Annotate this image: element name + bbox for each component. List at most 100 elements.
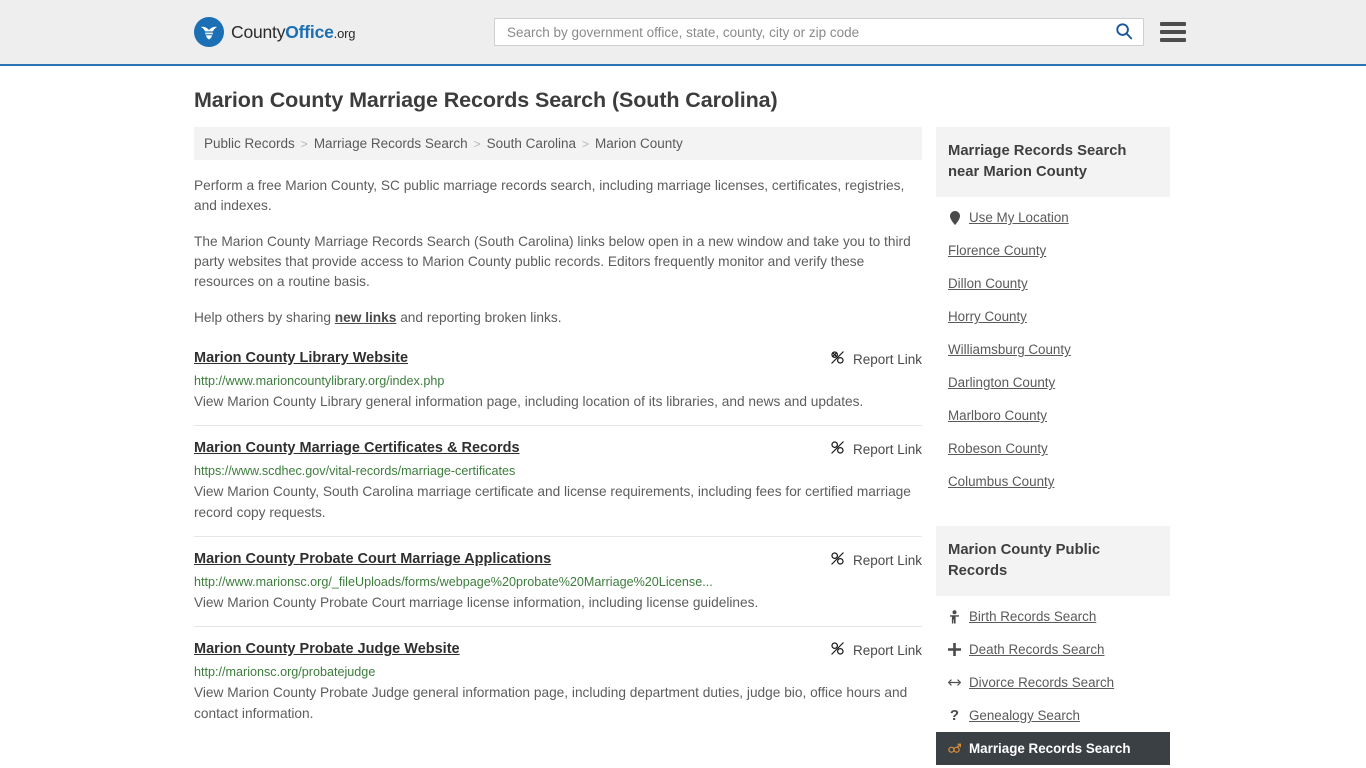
male-female-icon bbox=[948, 742, 961, 755]
result-url[interactable]: http://www.marionsc.org/_fileUploads/for… bbox=[194, 575, 922, 589]
new-links-link[interactable]: new links bbox=[335, 310, 397, 325]
logo-text-county: County bbox=[231, 21, 286, 42]
breadcrumb-item-marion-county[interactable]: Marion County bbox=[595, 136, 683, 151]
report-link-label: Report Link bbox=[852, 642, 922, 658]
logo-wordmark: CountyOffice.org bbox=[231, 22, 355, 43]
sidebar-item-darlington-county[interactable]: Darlington County bbox=[936, 366, 1170, 399]
broken-link-icon bbox=[830, 551, 845, 569]
search-button[interactable] bbox=[1113, 22, 1135, 43]
result-title-link[interactable]: Marion County Library Website bbox=[194, 350, 408, 366]
result-description: View Marion County Probate Judge general… bbox=[194, 685, 908, 721]
result-header: Marion County Probate Judge Website Repo… bbox=[194, 641, 922, 659]
sidebar-link-divorce-records-search[interactable]: Divorce Records Search bbox=[969, 675, 1114, 690]
sidebar-heading-nearby: Marriage Records Search near Marion Coun… bbox=[936, 127, 1170, 197]
broken-link-icon bbox=[830, 440, 845, 458]
site-header: CountyOffice.org bbox=[0, 0, 1366, 66]
sidebar-link-county[interactable]: Williamsburg County bbox=[948, 342, 1071, 357]
result-description: View Marion County Library general infor… bbox=[194, 394, 864, 409]
result-title-link[interactable]: Marion County Probate Judge Website bbox=[194, 641, 460, 657]
map-pin-icon bbox=[948, 210, 961, 225]
breadcrumb-item-public-records[interactable]: Public Records bbox=[204, 136, 295, 151]
result-title-link[interactable]: Marion County Probate Court Marriage App… bbox=[194, 551, 551, 567]
sidebar-item-genealogy-search[interactable]: ? Genealogy Search bbox=[936, 699, 1170, 732]
sidebar-link-county[interactable]: Dillon County bbox=[948, 276, 1028, 291]
report-link-button[interactable]: Report Link bbox=[812, 350, 922, 368]
page-title: Marion County Marriage Records Search (S… bbox=[194, 88, 778, 112]
sidebar-link-birth-records-search[interactable]: Birth Records Search bbox=[969, 609, 1096, 624]
results-list: Marion County Library Website Report Lin… bbox=[194, 350, 922, 737]
result-item: Marion County Probate Judge Website Repo… bbox=[194, 641, 922, 737]
sidebar: Marriage Records Search near Marion Coun… bbox=[936, 127, 1170, 765]
result-url[interactable]: https://www.scdhec.gov/vital-records/mar… bbox=[194, 464, 922, 478]
breadcrumb-item-south-carolina[interactable]: South Carolina bbox=[487, 136, 576, 151]
sidebar-item-horry-county[interactable]: Horry County bbox=[936, 300, 1170, 333]
result-url[interactable]: http://www.marioncountylibrary.org/index… bbox=[194, 374, 922, 388]
hamburger-bar bbox=[1160, 30, 1186, 34]
result-item: Marion County Marriage Certificates & Re… bbox=[194, 440, 922, 537]
sidebar-link-county[interactable]: Marlboro County bbox=[948, 408, 1047, 423]
sidebar-public-records-list: Birth Records Search Death Records Searc… bbox=[936, 600, 1170, 765]
breadcrumb-separator: > bbox=[473, 136, 481, 151]
hamburger-menu-icon[interactable] bbox=[1160, 22, 1186, 42]
sidebar-item-use-my-location[interactable]: Use My Location bbox=[936, 201, 1170, 234]
sidebar-link-county[interactable]: Horry County bbox=[948, 309, 1027, 324]
sidebar-link-marriage-records-search[interactable]: Marriage Records Search bbox=[969, 741, 1131, 756]
result-header: Marion County Probate Court Marriage App… bbox=[194, 551, 922, 569]
report-link-button[interactable]: Report Link bbox=[812, 440, 922, 458]
intro-paragraph-1: Perform a free Marion County, SC public … bbox=[194, 178, 905, 213]
content-columns: Public Records > Marriage Records Search… bbox=[194, 127, 1172, 765]
search-icon bbox=[1115, 22, 1133, 43]
result-header: Marion County Marriage Certificates & Re… bbox=[194, 440, 922, 458]
search-input[interactable] bbox=[505, 23, 1113, 41]
sidebar-item-marlboro-county[interactable]: Marlboro County bbox=[936, 399, 1170, 432]
sidebar-link-county[interactable]: Florence County bbox=[948, 243, 1046, 258]
report-link-label: Report Link bbox=[852, 552, 922, 568]
sidebar-link-death-records-search[interactable]: Death Records Search bbox=[969, 642, 1104, 657]
intro-paragraph-3: Help others by sharing new links and rep… bbox=[194, 308, 922, 328]
sidebar-link-use-my-location[interactable]: Use My Location bbox=[969, 210, 1069, 225]
double-arrow-icon bbox=[948, 677, 961, 688]
report-link-label: Report Link bbox=[852, 351, 922, 367]
result-header: Marion County Library Website Report Lin… bbox=[194, 350, 922, 368]
sidebar-link-county[interactable]: Robeson County bbox=[948, 441, 1048, 456]
baby-icon bbox=[948, 609, 961, 624]
sidebar-item-dillon-county[interactable]: Dillon County bbox=[936, 267, 1170, 300]
site-logo[interactable]: CountyOffice.org bbox=[194, 17, 355, 47]
result-url[interactable]: http://marionsc.org/probatejudge bbox=[194, 665, 922, 679]
report-link-button[interactable]: Report Link bbox=[812, 641, 922, 659]
sidebar-item-divorce-records-search[interactable]: Divorce Records Search bbox=[936, 666, 1170, 699]
result-description: View Marion County Probate Court marriag… bbox=[194, 595, 759, 610]
result-description: View Marion County, South Carolina marri… bbox=[194, 484, 911, 520]
sidebar-link-genealogy-search[interactable]: Genealogy Search bbox=[969, 708, 1080, 723]
breadcrumb-separator: > bbox=[300, 136, 308, 151]
hamburger-bar bbox=[1160, 38, 1186, 42]
sidebar-item-florence-county[interactable]: Florence County bbox=[936, 234, 1170, 267]
hamburger-bar bbox=[1160, 22, 1186, 26]
sidebar-nearby-list: Use My Location Florence County Dillon C… bbox=[936, 201, 1170, 498]
sidebar-link-county[interactable]: Darlington County bbox=[948, 375, 1055, 390]
sidebar-item-columbus-county[interactable]: Columbus County bbox=[936, 465, 1170, 498]
page-container: Marion County Marriage Records Search (S… bbox=[0, 88, 1366, 765]
intro-p3-after: and reporting broken links. bbox=[396, 310, 562, 325]
sidebar-link-county[interactable]: Columbus County bbox=[948, 474, 1054, 489]
sidebar-item-birth-records-search[interactable]: Birth Records Search bbox=[936, 600, 1170, 633]
sidebar-item-marriage-records-search[interactable]: Marriage Records Search bbox=[936, 732, 1170, 765]
question-mark-icon: ? bbox=[949, 707, 960, 724]
sidebar-item-robeson-county[interactable]: Robeson County bbox=[936, 432, 1170, 465]
sidebar-heading-public-records: Marion County Public Records bbox=[936, 526, 1170, 596]
intro-p3-before: Help others by sharing bbox=[194, 310, 335, 325]
sidebar-item-death-records-search[interactable]: Death Records Search bbox=[936, 633, 1170, 666]
cross-icon bbox=[948, 643, 961, 656]
result-title-link[interactable]: Marion County Marriage Certificates & Re… bbox=[194, 440, 520, 456]
intro-paragraph-2: The Marion County Marriage Records Searc… bbox=[194, 234, 911, 289]
report-link-label: Report Link bbox=[852, 441, 922, 457]
search-box[interactable] bbox=[494, 18, 1144, 46]
breadcrumb-item-marriage-records-search[interactable]: Marriage Records Search bbox=[314, 136, 468, 151]
report-link-button[interactable]: Report Link bbox=[812, 551, 922, 569]
eagle-shield-logo-icon bbox=[194, 17, 224, 47]
logo-text-office: Office bbox=[285, 21, 334, 42]
sidebar-item-williamsburg-county[interactable]: Williamsburg County bbox=[936, 333, 1170, 366]
result-item: Marion County Probate Court Marriage App… bbox=[194, 551, 922, 627]
logo-text-org: .org bbox=[333, 25, 356, 41]
intro-text: Perform a free Marion County, SC public … bbox=[194, 176, 922, 328]
